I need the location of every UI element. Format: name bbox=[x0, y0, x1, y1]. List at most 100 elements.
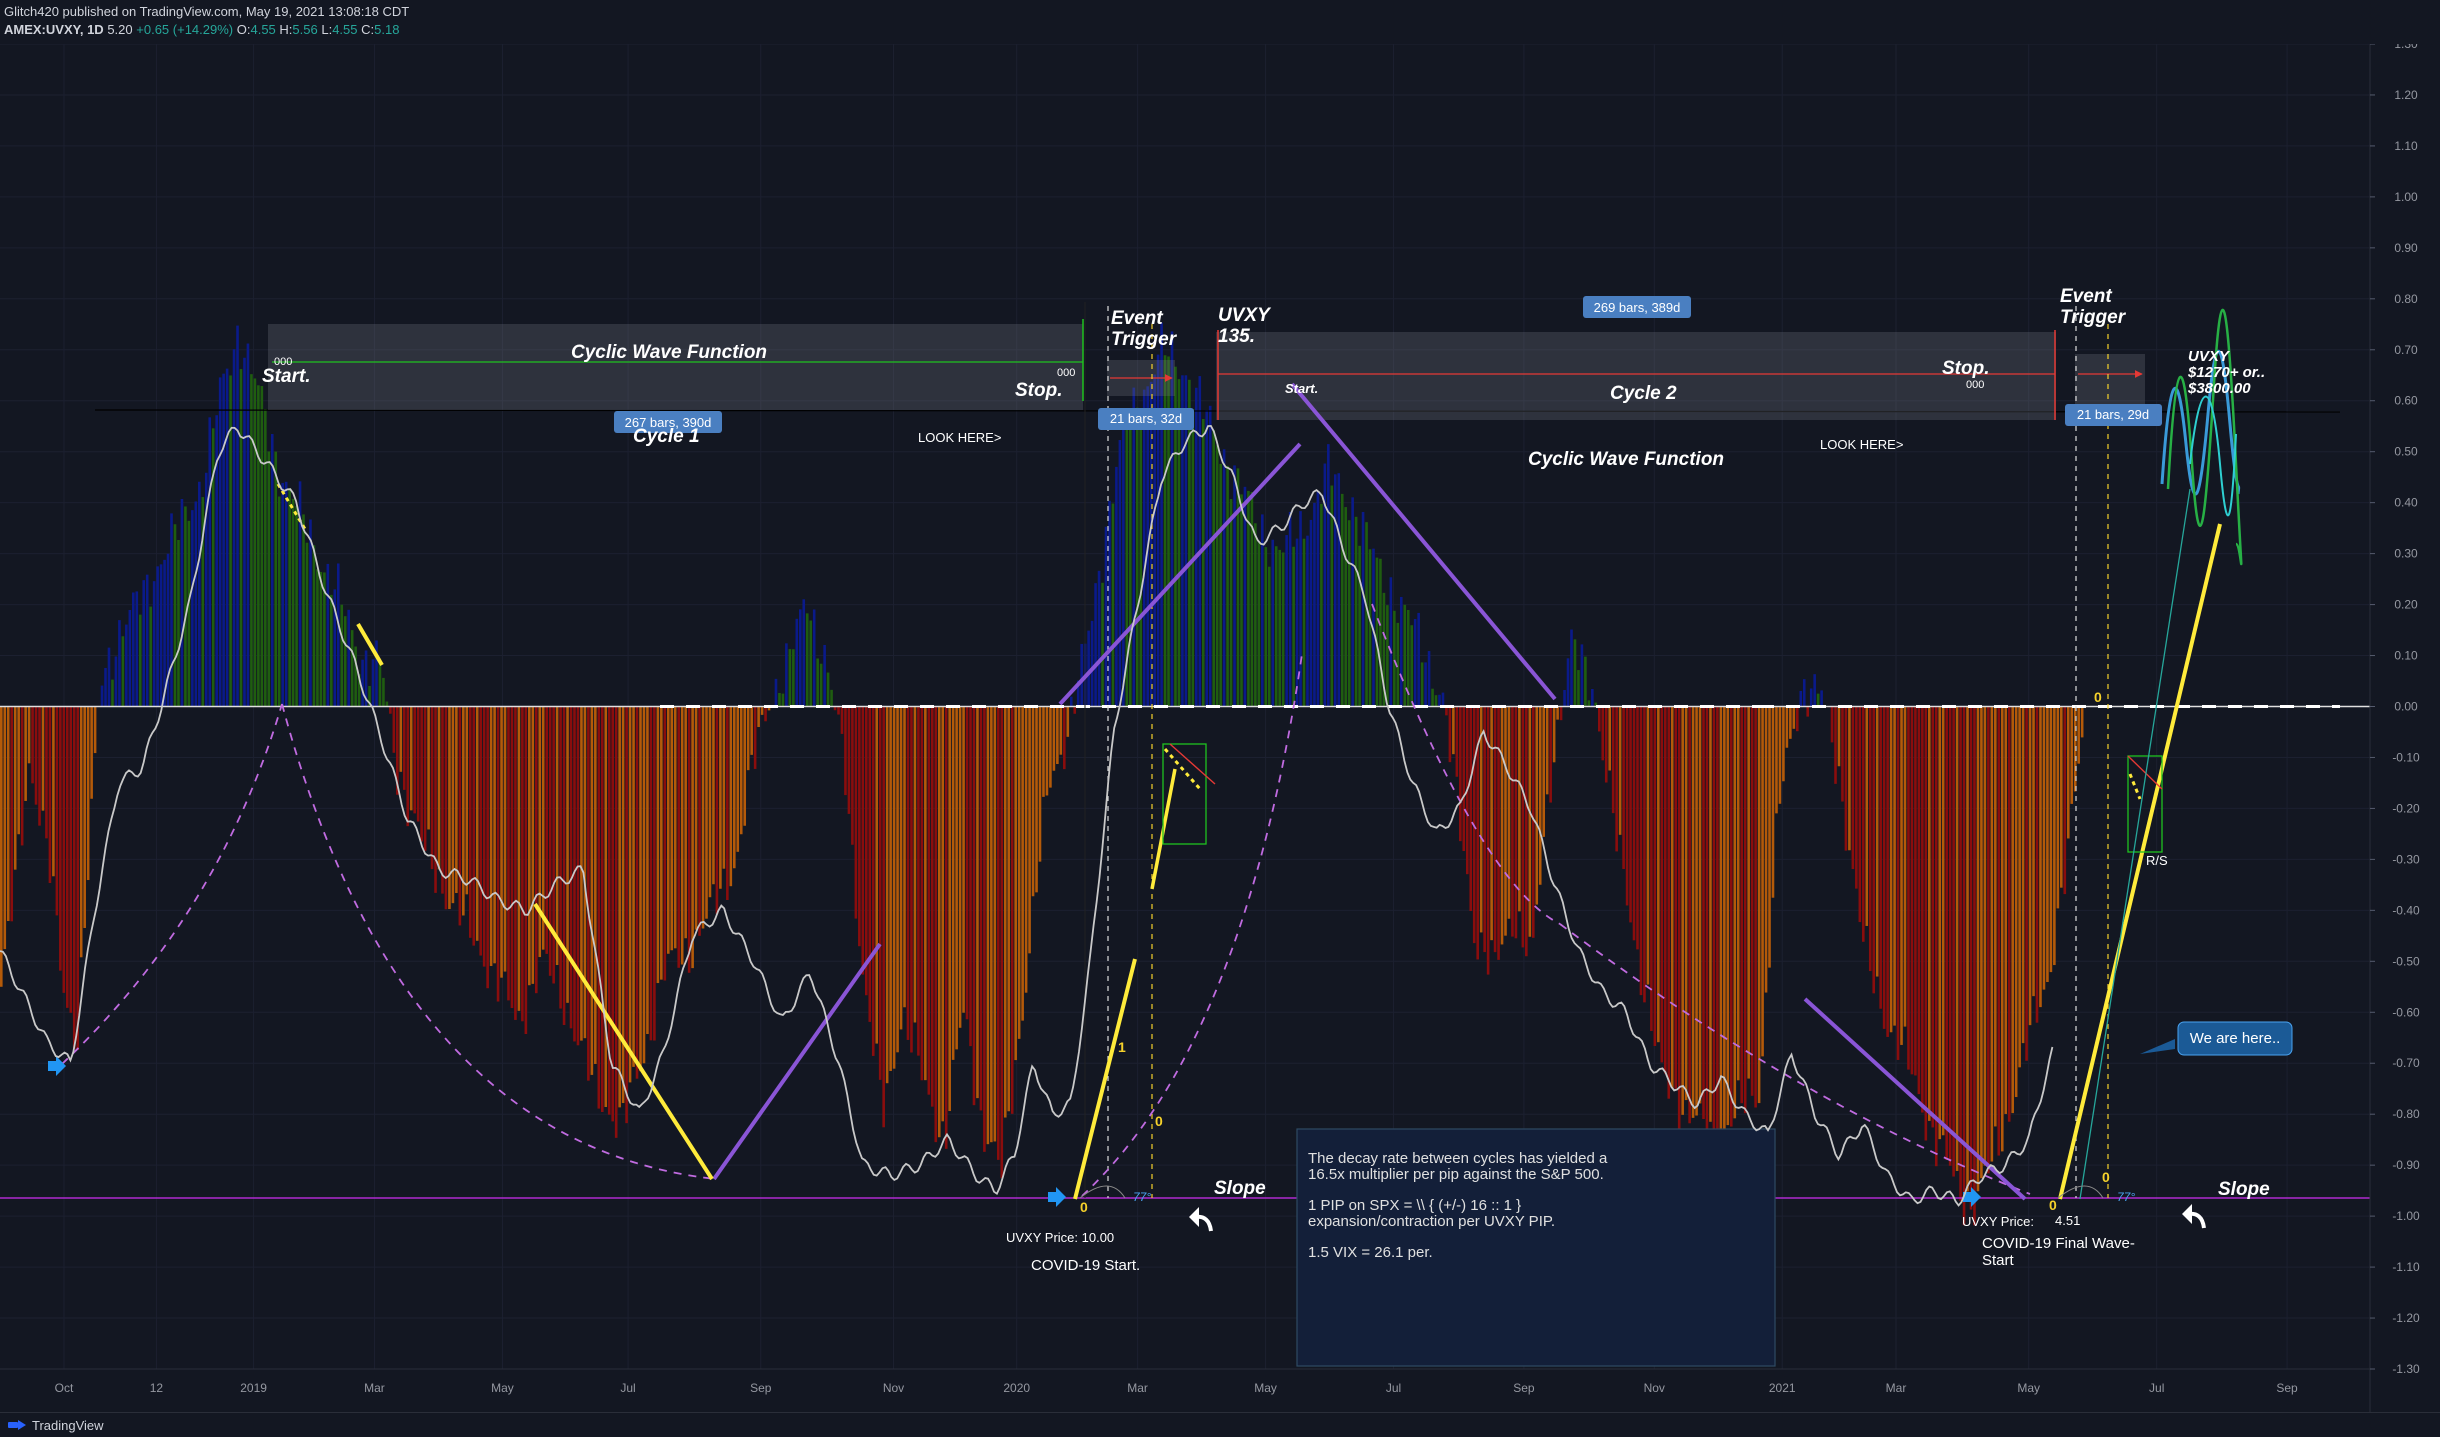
histogram-bar bbox=[2042, 706, 2046, 990]
histogram-bar bbox=[1222, 449, 1226, 707]
histogram-bar bbox=[1511, 706, 1514, 937]
tradingview-icon bbox=[8, 1419, 26, 1432]
histogram-bar bbox=[1608, 706, 1612, 771]
histogram-bar bbox=[1302, 538, 1306, 707]
histogram-bar bbox=[267, 451, 271, 707]
histogram-bar bbox=[458, 706, 462, 926]
histogram-bar bbox=[1882, 706, 1886, 1029]
histogram-bar bbox=[475, 706, 479, 941]
symbol-line: AMEX:UVXY, 1D 5.20 +0.65 (+14.29%) O:4.5… bbox=[4, 22, 399, 37]
histogram-bar bbox=[896, 706, 899, 1053]
histogram-bar bbox=[1399, 596, 1403, 707]
tradingview-logo[interactable]: TradingView bbox=[8, 1418, 104, 1433]
histogram-bar bbox=[1434, 695, 1438, 707]
histogram-bar bbox=[48, 706, 52, 884]
histogram-bar bbox=[1726, 706, 1730, 1126]
histogram-bar bbox=[62, 706, 66, 993]
histogram-bar bbox=[184, 506, 187, 707]
histogram-bar bbox=[781, 693, 785, 707]
chart-header: Glitch420 published on TradingView.com, … bbox=[0, 0, 2440, 44]
histogram-bar bbox=[93, 706, 97, 754]
histogram-bar bbox=[1969, 706, 1973, 1210]
y-tick-label: 1.00 bbox=[2394, 190, 2418, 204]
bars-label: 21 bars, 29d bbox=[2077, 407, 2149, 422]
histogram-bar bbox=[1535, 706, 1539, 905]
histogram-bar bbox=[972, 706, 976, 1106]
histogram-bar bbox=[1337, 473, 1341, 707]
event-2-box bbox=[2075, 354, 2145, 404]
histogram-bar bbox=[434, 706, 437, 893]
histogram-bar bbox=[27, 706, 31, 764]
histogram-bar bbox=[656, 706, 660, 984]
histogram-bar bbox=[1604, 706, 1608, 783]
histogram-bar bbox=[729, 706, 733, 887]
histogram-bar bbox=[24, 706, 27, 801]
histogram-bar bbox=[1455, 706, 1459, 777]
histogram-bar bbox=[1410, 625, 1413, 707]
x-tick-label: May bbox=[2017, 1381, 2040, 1395]
histogram-bar bbox=[625, 706, 628, 1124]
oscillator-chart[interactable]: 1.30 1.20 1.10 1.00 0.90 0.80 0.70 0.60 0.50 0.40… bbox=[0, 44, 2440, 1413]
histogram-bar bbox=[121, 636, 125, 707]
histogram-bar bbox=[1563, 689, 1566, 707]
histogram-bar bbox=[437, 706, 441, 870]
histogram-bar bbox=[191, 510, 194, 707]
histogram-bar bbox=[1775, 706, 1778, 814]
histogram-bar bbox=[1132, 387, 1136, 707]
y-tick-label: 0.20 bbox=[2394, 598, 2418, 612]
histogram-bar bbox=[1657, 706, 1660, 1043]
zero-marker: 0 bbox=[1080, 1199, 1088, 1215]
histogram-bar bbox=[2004, 706, 2008, 1114]
histogram-bar bbox=[340, 604, 344, 707]
histogram-bar bbox=[0, 706, 3, 987]
histogram-bar bbox=[885, 706, 889, 1084]
histogram-bar bbox=[1431, 688, 1434, 707]
histogram-bar bbox=[1889, 706, 1893, 1033]
histogram-bar bbox=[1924, 706, 1928, 1141]
histogram-bar bbox=[680, 706, 684, 965]
histogram-bar bbox=[125, 624, 128, 707]
histogram-bar bbox=[291, 498, 295, 707]
y-tick-label: 1.10 bbox=[2394, 139, 2418, 153]
covid-final-label: Start bbox=[1982, 1252, 2015, 1269]
y-tick-label: -0.10 bbox=[2392, 750, 2420, 764]
histogram-bar bbox=[194, 501, 198, 707]
y-tick-label: 0.70 bbox=[2394, 343, 2418, 357]
histogram-bar bbox=[871, 706, 875, 1056]
histogram-bar bbox=[17, 706, 20, 835]
histogram-bar bbox=[1101, 582, 1104, 707]
histogram-bar bbox=[1917, 706, 1921, 1095]
histogram-bar bbox=[1031, 706, 1035, 897]
histogram-bar bbox=[2053, 706, 2056, 966]
histogram-bar bbox=[1507, 706, 1511, 919]
y-tick-label: -1.00 bbox=[2392, 1209, 2420, 1223]
histogram-bar bbox=[1667, 706, 1671, 1099]
histogram-bar bbox=[927, 706, 931, 1095]
histogram-bar bbox=[1007, 706, 1011, 1112]
histogram-bar bbox=[385, 701, 389, 707]
histogram-bar bbox=[448, 706, 451, 910]
histogram-bar bbox=[1118, 440, 1122, 707]
histogram-bar bbox=[236, 325, 239, 707]
open-value: 4.55 bbox=[250, 22, 276, 37]
high-value: 5.56 bbox=[292, 22, 318, 37]
histogram-bar bbox=[1994, 706, 1997, 1127]
histogram-bar bbox=[270, 434, 274, 707]
histogram-bar bbox=[1035, 706, 1038, 893]
y-tick-label: -1.20 bbox=[2392, 1311, 2420, 1325]
histogram-bar bbox=[719, 706, 722, 889]
y-tick-label: -0.60 bbox=[2392, 1005, 2420, 1019]
histogram-bar bbox=[1493, 706, 1497, 953]
histogram-bar bbox=[705, 706, 708, 919]
histogram-bar bbox=[798, 609, 802, 707]
histogram-bar bbox=[187, 520, 191, 707]
histogram-bar bbox=[312, 545, 316, 707]
histogram-bar bbox=[34, 706, 38, 805]
histogram-bar bbox=[1837, 706, 1841, 767]
histogram-bar bbox=[1320, 503, 1323, 707]
symbol-name[interactable]: AMEX:UVXY, 1D bbox=[4, 22, 104, 37]
histogram-bar bbox=[750, 706, 753, 755]
histogram-bar bbox=[1879, 706, 1882, 1009]
histogram-bar bbox=[1938, 706, 1942, 1140]
histogram-bar bbox=[2011, 706, 2014, 1114]
